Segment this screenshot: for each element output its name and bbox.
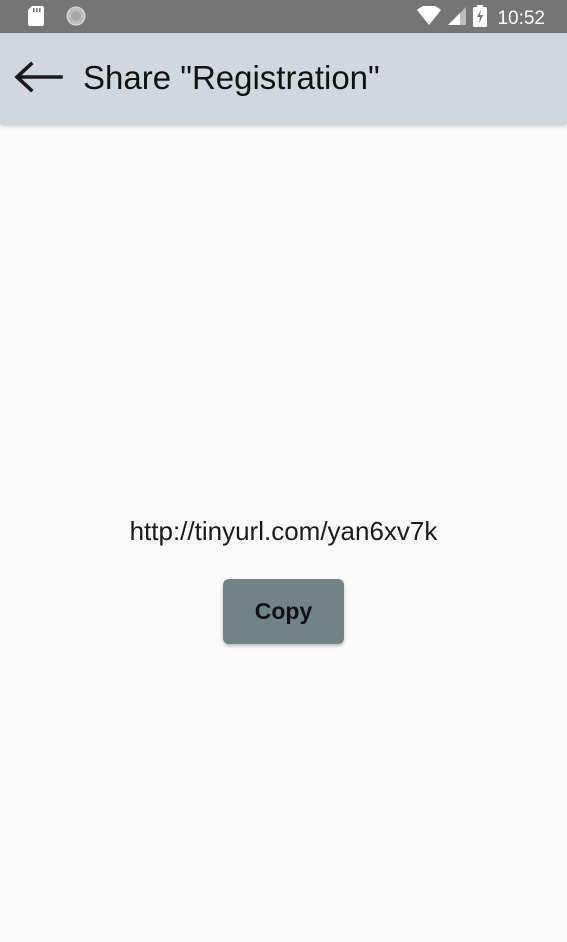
- status-right-icons: 10:52: [417, 5, 545, 32]
- wifi-icon: [417, 5, 442, 31]
- circle-notification-icon: [66, 6, 86, 31]
- share-url-text: http://tinyurl.com/yan6xv7k: [129, 516, 438, 546]
- status-bar: 10:52: [0, 0, 567, 33]
- back-button[interactable]: [8, 54, 68, 104]
- arrow-left-icon: [13, 60, 63, 98]
- sd-card-icon: [28, 6, 44, 31]
- copy-button-label: Copy: [254, 598, 313, 624]
- page-title: Share "Registration": [83, 59, 380, 96]
- copy-button[interactable]: Copy: [223, 579, 344, 644]
- app-bar: Share "Registration": [0, 33, 567, 124]
- cell-signal-icon: [447, 6, 467, 31]
- status-left-icons: [28, 6, 86, 31]
- status-time: 10:52: [497, 7, 545, 29]
- battery-charging-icon: [473, 5, 488, 32]
